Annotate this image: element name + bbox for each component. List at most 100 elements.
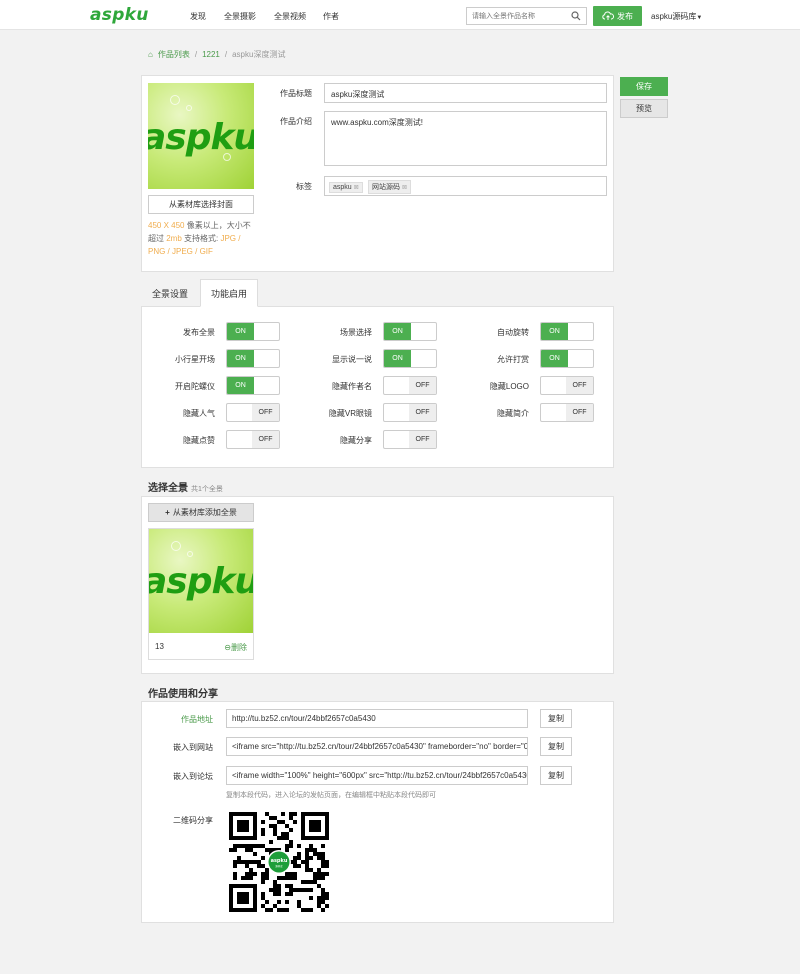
toggle-switch[interactable]: ON bbox=[383, 349, 437, 368]
water-drop bbox=[171, 541, 181, 551]
toggle-switch[interactable]: OFF bbox=[540, 376, 594, 395]
tag-item: aspku ⊠ bbox=[329, 182, 363, 193]
qr-logo-subtext: 源码库 bbox=[275, 864, 283, 868]
toggle-switch[interactable]: ON bbox=[226, 349, 280, 368]
tag-text: 网站源码 bbox=[371, 184, 400, 191]
toggle-off-indicator: OFF bbox=[566, 377, 593, 394]
intro-textarea[interactable]: www.aspku.com深度测试! bbox=[324, 111, 607, 166]
toggle-label: 隐藏VR眼镜 bbox=[328, 409, 372, 418]
pano-count: 共1个全景 bbox=[191, 486, 223, 493]
select-pano-heading: 选择全景 bbox=[148, 483, 188, 494]
breadcrumb: ⌂ 作品列表 / 1221 / aspku深度测试 bbox=[148, 49, 285, 60]
toggle-label: 小行星开场 bbox=[175, 355, 215, 364]
publish-button[interactable]: 发布 bbox=[593, 6, 642, 26]
water-drop bbox=[187, 551, 193, 557]
save-button[interactable]: 保存 bbox=[620, 77, 668, 96]
pano-logo-text: aspku bbox=[149, 561, 253, 602]
tag-remove-icon[interactable]: ⊠ bbox=[402, 185, 407, 191]
toggle-on-indicator: ON bbox=[384, 323, 411, 340]
toggle-off-indicator: OFF bbox=[409, 404, 436, 421]
tag-text: aspku bbox=[333, 184, 352, 191]
tab-panorama-settings[interactable]: 全景设置 bbox=[141, 279, 199, 307]
caret-down-icon: ▼ bbox=[696, 15, 703, 21]
nav-panorama-video[interactable]: 全景视频 bbox=[274, 11, 306, 22]
delete-pano-button[interactable]: ⊖删除 bbox=[224, 642, 247, 653]
toggle-switch[interactable]: ON bbox=[383, 322, 437, 341]
embed-forum-input[interactable]: <iframe width="100%" height="600px" src=… bbox=[226, 766, 528, 785]
toggle-label: 允许打赏 bbox=[497, 355, 529, 364]
cover-logo-text: aspku bbox=[148, 117, 254, 158]
hint-size: 450 X 450 bbox=[148, 221, 185, 230]
pano-thumbnail[interactable]: aspku bbox=[149, 529, 253, 633]
breadcrumb-current: aspku深度测试 bbox=[232, 50, 286, 59]
select-pano-title: 选择全景 共1个全景 bbox=[148, 479, 223, 494]
toggle-switch[interactable]: ON bbox=[226, 322, 280, 341]
qr-logo-text: aspku bbox=[271, 858, 288, 864]
user-name: aspku源码库 bbox=[651, 12, 697, 21]
water-drop bbox=[186, 105, 192, 111]
toggle-label: 隐藏点赞 bbox=[183, 436, 215, 445]
breadcrumb-separator: / bbox=[224, 50, 228, 59]
cover-image: aspku bbox=[148, 83, 254, 189]
user-menu[interactable]: aspku源码库▼ bbox=[651, 11, 702, 22]
site-logo[interactable]: aspku bbox=[90, 5, 149, 25]
toggle-label: 显示说一说 bbox=[332, 355, 372, 364]
nav-authors[interactable]: 作者 bbox=[323, 11, 339, 22]
toggle-switch[interactable]: OFF bbox=[383, 376, 437, 395]
top-bar: aspku 发现 全景摄影 全景视频 作者 发布 aspku源码库▼ bbox=[0, 0, 800, 30]
nav-discover[interactable]: 发现 bbox=[190, 11, 206, 22]
copy-embed-forum-button[interactable]: 复制 bbox=[540, 766, 572, 785]
url-label: 作品地址 bbox=[181, 715, 213, 724]
toggle-on-indicator: ON bbox=[227, 377, 254, 394]
toggle-label: 隐藏作者名 bbox=[332, 382, 372, 391]
intro-label: 作品介绍 bbox=[280, 117, 312, 126]
breadcrumb-works-list[interactable]: 作品列表 bbox=[158, 49, 190, 60]
add-pano-button[interactable]: + 从素材库添加全景 bbox=[148, 503, 254, 522]
breadcrumb-1221[interactable]: 1221 bbox=[202, 50, 220, 59]
qr-code: aspku源码库 bbox=[229, 812, 329, 912]
toggle-switch[interactable]: OFF bbox=[540, 403, 594, 422]
embed-site-label: 嵌入到网站 bbox=[173, 743, 213, 752]
copy-embed-site-button[interactable]: 复制 bbox=[540, 737, 572, 756]
share-title: 作品使用和分享 bbox=[148, 689, 218, 700]
toggle-off-indicator: OFF bbox=[252, 404, 279, 421]
toggle-switch[interactable]: OFF bbox=[226, 403, 280, 422]
embed-note: 复制本段代码，进入论坛的发帖页面，在编辑框中粘贴本段代码即可 bbox=[226, 792, 436, 799]
toggle-switch[interactable]: ON bbox=[540, 349, 594, 368]
toggle-switch[interactable]: OFF bbox=[226, 430, 280, 449]
tag-remove-icon[interactable]: ⊠ bbox=[354, 185, 359, 191]
toggle-switch[interactable]: OFF bbox=[383, 403, 437, 422]
water-drop bbox=[170, 95, 180, 105]
title-input[interactable]: aspku深度测试 bbox=[324, 83, 607, 103]
url-input[interactable]: http://tu.bz52.cn/tour/24bbf2657c0a5430 bbox=[226, 709, 528, 728]
toggle-switch[interactable]: OFF bbox=[383, 430, 437, 449]
cloud-upload-icon bbox=[602, 11, 614, 20]
tags-input[interactable]: aspku ⊠ 网站源码 ⊠ bbox=[324, 176, 607, 196]
toggle-switch[interactable]: ON bbox=[540, 322, 594, 341]
search-icon[interactable] bbox=[571, 11, 581, 21]
pano-card: aspku 13 ⊖删除 bbox=[148, 528, 254, 660]
delete-label: 删除 bbox=[231, 643, 247, 652]
toggle-off-indicator: OFF bbox=[566, 404, 593, 421]
nav-panorama-photo[interactable]: 全景摄影 bbox=[224, 11, 256, 22]
plus-icon: + bbox=[165, 508, 170, 517]
toggle-label: 隐藏简介 bbox=[497, 409, 529, 418]
embed-site-input[interactable]: <iframe src="http://tu.bz52.cn/tour/24bb… bbox=[226, 737, 528, 756]
title-label: 作品标题 bbox=[280, 89, 312, 98]
search-input[interactable] bbox=[467, 8, 567, 24]
pano-number: 13 bbox=[155, 642, 164, 651]
toggle-on-indicator: ON bbox=[384, 350, 411, 367]
choose-cover-button[interactable]: 从素材库选择封面 bbox=[148, 195, 254, 214]
publish-label: 发布 bbox=[617, 11, 633, 21]
toggle-switch[interactable]: ON bbox=[226, 376, 280, 395]
preview-button[interactable]: 预览 bbox=[620, 99, 668, 118]
tag-item: 网站源码 ⊠ bbox=[367, 180, 411, 194]
toggle-on-indicator: ON bbox=[227, 323, 254, 340]
tab-feature-enable[interactable]: 功能启用 bbox=[200, 279, 258, 307]
toggle-off-indicator: OFF bbox=[409, 377, 436, 394]
breadcrumb-separator: / bbox=[194, 50, 198, 59]
toggle-label: 开启陀螺仪 bbox=[175, 382, 215, 391]
copy-url-button[interactable]: 复制 bbox=[540, 709, 572, 728]
toggle-off-indicator: OFF bbox=[409, 431, 436, 448]
qr-label: 二维码分享 bbox=[173, 816, 213, 825]
